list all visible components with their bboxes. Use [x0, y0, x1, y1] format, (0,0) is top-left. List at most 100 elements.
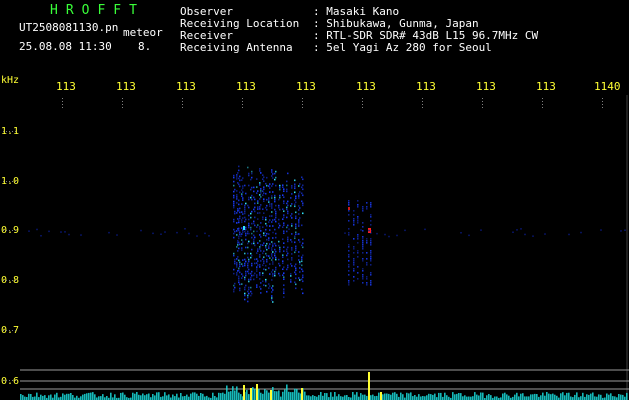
grid-dot [62, 104, 63, 105]
echo-dot [290, 239, 292, 241]
echo-dot [263, 242, 265, 244]
echo-dot [251, 222, 253, 225]
baseline-bar [356, 392, 358, 400]
echo-dot [241, 193, 243, 195]
echo-dot [272, 285, 274, 287]
echo-dot [283, 224, 285, 226]
echo-dot [259, 274, 261, 276]
echo-dot [260, 222, 262, 224]
echo-dot [291, 185, 293, 187]
echo-dot [248, 174, 250, 177]
echo-dot [301, 288, 303, 291]
grid-dot [9, 280, 10, 281]
echo-dot [257, 242, 259, 244]
grid-dot [542, 107, 543, 108]
noise-dot [36, 228, 38, 231]
baseline-peak [368, 372, 370, 400]
baseline-bar [220, 393, 222, 400]
echo-dot [247, 256, 249, 259]
echo-dot [278, 244, 280, 247]
baseline-bar [148, 393, 150, 400]
echo-dot [242, 197, 244, 199]
echo-dot [233, 204, 235, 207]
grid-dot [3, 280, 4, 281]
baseline-bar [28, 393, 30, 400]
baseline-bar [204, 396, 206, 400]
grid-dot [3, 230, 4, 231]
echo-dot [353, 264, 355, 266]
baseline-bar [502, 393, 504, 400]
echo-dot [256, 276, 258, 278]
echo-dot [237, 172, 239, 174]
grid-dot [422, 98, 423, 99]
echo-dot [282, 254, 284, 256]
echo-dot [266, 254, 268, 257]
echo-dot [245, 228, 247, 231]
baseline-bar [556, 395, 558, 400]
echo-dot [272, 219, 274, 221]
echo-dot [257, 250, 259, 252]
echo-dot [353, 214, 355, 216]
baseline-bar [36, 392, 38, 400]
echo-dot [242, 177, 244, 179]
echo-dot [362, 238, 364, 240]
echo-dot [245, 238, 247, 241]
echo-dot [298, 259, 300, 261]
echo-dot [238, 267, 240, 270]
echo-dot [236, 234, 238, 236]
grid-dot [542, 101, 543, 102]
echo-dot [301, 192, 303, 195]
baseline-bar [544, 395, 546, 400]
echo-dot [274, 242, 276, 245]
echo-dot [266, 258, 268, 261]
echo-dot [248, 268, 250, 271]
echo-dot [244, 262, 246, 265]
grid-dot [482, 98, 483, 99]
baseline-bar [98, 396, 100, 400]
baseline-bar [152, 394, 154, 400]
baseline-bar [582, 392, 584, 400]
echo-dot [260, 172, 262, 174]
echo-dot [238, 241, 240, 244]
echo-dot [366, 202, 368, 204]
echo-dot [233, 180, 235, 183]
baseline-bar [40, 394, 42, 400]
baseline-bar [476, 394, 478, 400]
echo-dot [298, 255, 300, 257]
echo-dot [353, 248, 355, 250]
echo-dot [370, 260, 372, 262]
echo-dot [247, 166, 249, 169]
noise-dot [204, 232, 206, 235]
baseline-bar [226, 385, 228, 400]
baseline-bar [154, 395, 156, 400]
baseline-bar [370, 395, 372, 400]
baseline-bar [82, 394, 84, 400]
echo-dot [302, 274, 304, 277]
baseline-bar [338, 394, 340, 400]
noise-dot [208, 235, 210, 237]
echo-dot [301, 186, 303, 189]
echo-dot [256, 270, 258, 272]
echo-dot [242, 265, 244, 267]
echo-dot [295, 217, 297, 220]
echo-dot [262, 264, 264, 266]
echo-dot [287, 246, 289, 249]
echo-dot [287, 210, 289, 213]
baseline-bar [424, 396, 426, 400]
echo-dot [239, 185, 241, 188]
echo-dot [250, 188, 252, 191]
baseline-bar [622, 394, 624, 400]
echo-dot [286, 206, 288, 209]
echo-dot [294, 237, 296, 240]
echo-dot [348, 228, 350, 230]
echo-dot [238, 203, 240, 206]
baseline-bar [312, 395, 314, 400]
baseline-bar [212, 392, 214, 400]
baseline-bar [486, 395, 488, 400]
echo-dot [353, 268, 355, 270]
echo-dot [259, 256, 261, 258]
echo-dot [268, 245, 270, 247]
echo-dot [265, 182, 267, 185]
echo-dot [238, 247, 240, 250]
echo-dot [262, 226, 264, 228]
